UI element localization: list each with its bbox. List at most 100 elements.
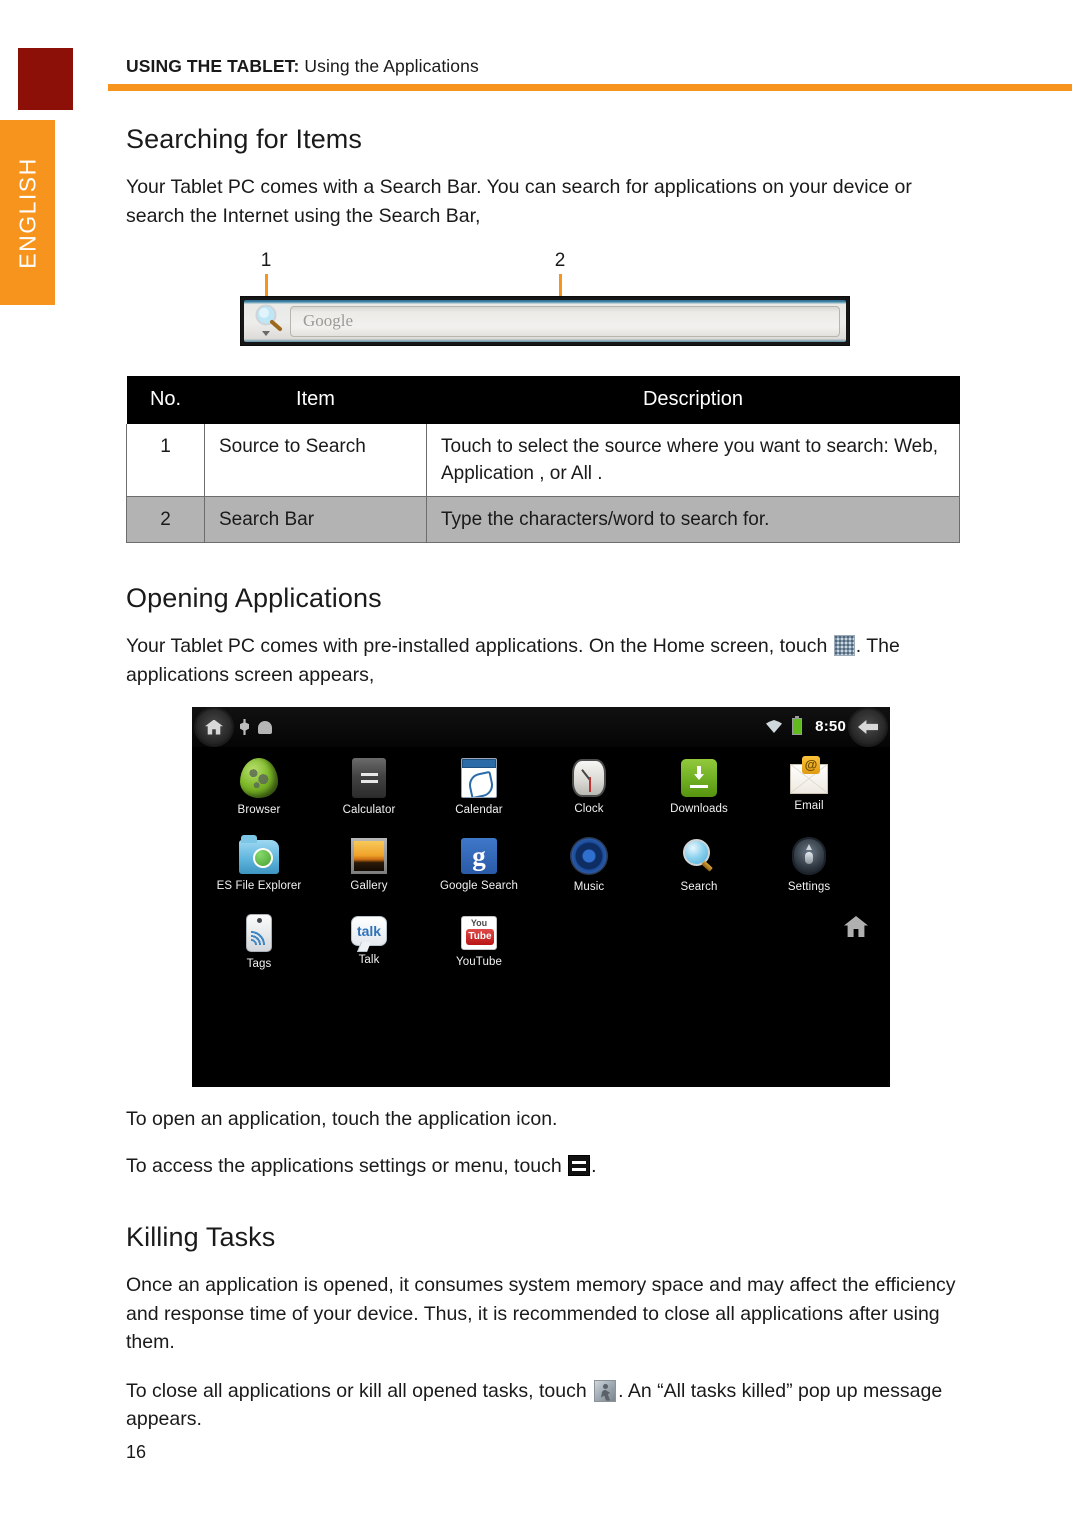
back-arrow-icon [858, 720, 878, 734]
app-label: Downloads [670, 803, 728, 815]
cell-item: Source to Search [204, 424, 427, 497]
killing-tasks-paragraph: Once an application is opened, it consum… [126, 1274, 956, 1353]
tablet-screenshot-figure: 8:50 Browser Calculator Calendar Clock D… [192, 707, 890, 1087]
settings-icon [792, 837, 826, 875]
youtube-icon [461, 916, 497, 950]
app-item-es-file-explorer[interactable]: ES File Explorer [204, 835, 314, 894]
app-label: Music [573, 881, 605, 893]
access-menu-before: To access the applications settings or m… [126, 1154, 568, 1177]
tags-icon [246, 914, 272, 952]
back-button[interactable] [850, 709, 886, 745]
app-row: Tags talk Talk You Tube [204, 912, 864, 971]
search-input[interactable]: Google [290, 305, 840, 337]
app-label: Gallery [350, 880, 388, 892]
app-item-clock[interactable]: Clock [534, 757, 644, 817]
app-label: Browser [237, 804, 281, 816]
downloads-icon [681, 759, 717, 797]
open-application-text: To open an application, touch the applic… [126, 1108, 558, 1130]
task-killer-icon [594, 1379, 617, 1402]
column-header-no: No. [126, 376, 205, 424]
callout-number-1: 1 [260, 250, 272, 271]
app-label: Calculator [342, 804, 396, 816]
app-label: Calendar [455, 804, 503, 816]
searching-intro-text: Your Tablet PC comes with a Search Bar. … [126, 176, 912, 227]
app-label: YouTube [456, 956, 502, 968]
clock-icon [572, 759, 606, 797]
language-tab: ENGLISH [0, 120, 55, 305]
opening-intro-before: Your Tablet PC comes with pre-installed … [126, 635, 833, 657]
app-drawer-grid-icon [833, 635, 855, 656]
breadcrumb-main: USING THE TABLET: [126, 56, 300, 76]
search-bar-figure: 1 2 Google [240, 250, 850, 350]
gallery-icon [351, 838, 387, 874]
app-item-downloads[interactable]: Downloads [644, 757, 754, 817]
search-icon [680, 837, 718, 875]
browser-icon [240, 758, 278, 798]
app-item-search[interactable]: Search [644, 835, 754, 894]
clock-time-label: 8:50 [815, 718, 846, 735]
app-label: Email [794, 800, 824, 812]
page-number: 16 [126, 1442, 147, 1462]
page-title-opening: Opening Applications [126, 583, 382, 613]
app-label: Search [680, 881, 718, 893]
app-item-settings[interactable]: Settings [754, 835, 864, 894]
page-title-killing: Killing Tasks [126, 1222, 276, 1252]
email-icon [790, 756, 828, 794]
home-icon [205, 719, 223, 735]
search-bar-spec-table: No. Item Description 1 Source to Search … [126, 376, 960, 543]
app-item-tags[interactable]: Tags [204, 912, 314, 971]
kill-tasks-text: To close all applications or kill all op… [126, 1377, 966, 1434]
app-item-youtube[interactable]: You Tube [424, 912, 534, 971]
calculator-icon [352, 758, 386, 798]
wifi-icon [766, 720, 782, 733]
breadcrumb: USING THE TABLET: Using the Applications [126, 56, 479, 77]
table-header-row: No. Item Description [126, 376, 960, 424]
page-content: Searching for Items Your Tablet PC comes… [126, 110, 966, 1444]
opening-intro-text: Your Tablet PC comes with pre-installed … [126, 632, 966, 689]
home-button[interactable] [196, 709, 232, 745]
access-menu-after: . [591, 1154, 597, 1177]
column-header-item: Item [204, 376, 427, 424]
kill-tasks-before: To close all applications or kill all op… [126, 1379, 593, 1402]
app-label: Google Search [439, 880, 518, 892]
app-item-calculator[interactable]: Calculator [314, 757, 424, 817]
access-menu-text: To access the applications settings or m… [126, 1152, 966, 1181]
calendar-icon [461, 758, 497, 798]
cell-no: 2 [126, 496, 205, 543]
app-item-talk[interactable]: talk Talk [314, 912, 424, 971]
app-drawer-grid: Browser Calculator Calendar Clock Downlo… [204, 756, 864, 989]
usb-icon [240, 719, 249, 735]
app-label: Talk [358, 954, 380, 966]
search-input-placeholder: Google [303, 311, 354, 330]
app-item-gallery[interactable]: Gallery [314, 835, 424, 894]
android-robot-icon [258, 721, 272, 734]
source-to-search-button[interactable] [252, 302, 286, 340]
search-bar-inner: Google [244, 300, 846, 342]
cell-no: 1 [126, 424, 205, 497]
app-item-google-search[interactable]: g Google Search [424, 835, 534, 894]
language-tab-label: ENGLISH [14, 156, 40, 269]
page-title-searching: Searching for Items [126, 124, 363, 154]
app-item-music[interactable]: Music [534, 835, 644, 894]
column-header-description: Description [426, 376, 960, 424]
cell-description: Touch to select the source where you wan… [426, 424, 960, 497]
app-label: ES File Explorer [216, 880, 302, 892]
app-item-browser[interactable]: Browser [204, 757, 314, 817]
google-search-icon: g [461, 838, 497, 874]
es-file-explorer-icon [239, 835, 279, 874]
app-label: Settings [787, 881, 831, 893]
app-item-calendar[interactable]: Calendar [424, 757, 534, 817]
header-rule [108, 84, 1072, 91]
search-bar-widget[interactable]: Google [240, 296, 850, 346]
talk-icon: talk [351, 916, 387, 946]
app-label: Clock [574, 803, 604, 815]
table-row: 1 Source to Search Touch to select the s… [126, 424, 960, 497]
table-row: 2 Search Bar Type the characters/word to… [126, 496, 960, 543]
app-row: Browser Calculator Calendar Clock Downlo… [204, 756, 864, 817]
app-label: Tags [246, 958, 272, 970]
battery-icon [792, 716, 802, 735]
menu-icon [568, 1154, 591, 1176]
tablet-status-bar: 8:50 [192, 707, 890, 747]
cell-item: Search Bar [204, 496, 427, 543]
app-item-email[interactable]: Email [754, 756, 864, 817]
